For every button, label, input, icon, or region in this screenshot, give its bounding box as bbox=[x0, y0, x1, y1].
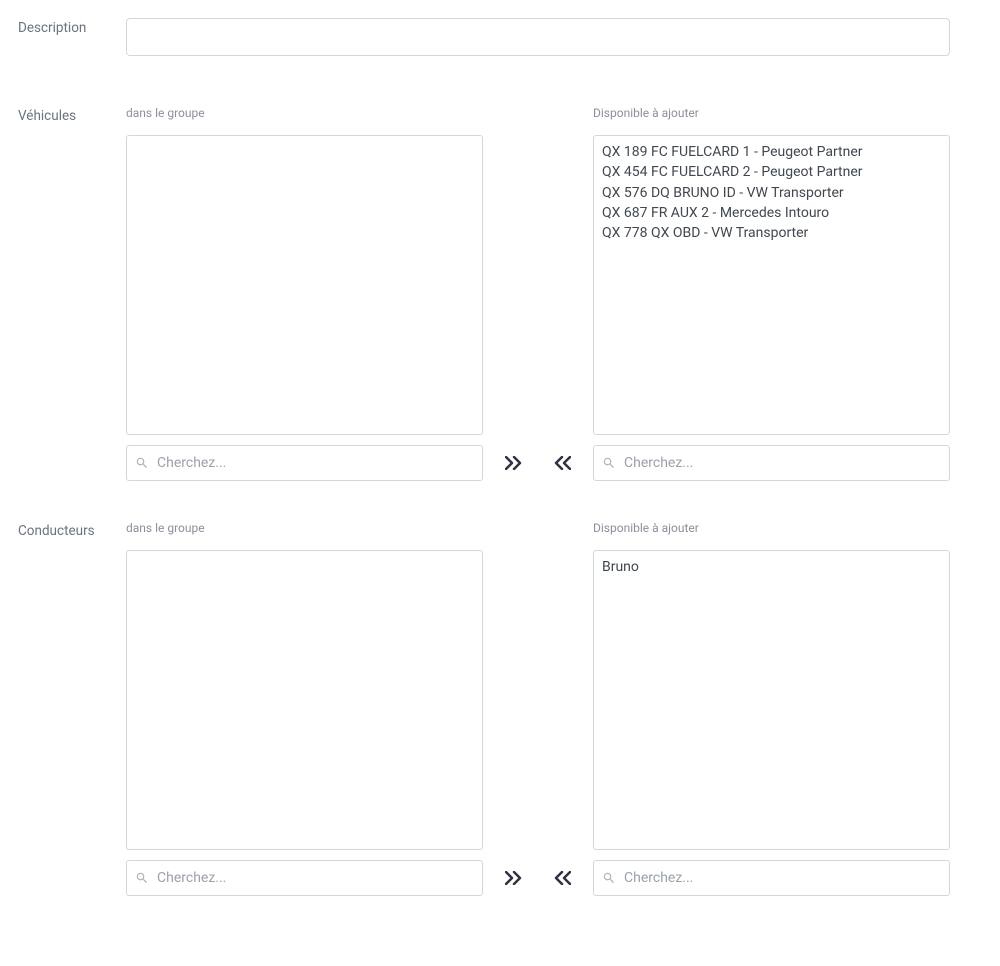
chevron-double-right-icon bbox=[505, 456, 523, 470]
drivers-move-right-button[interactable] bbox=[505, 871, 523, 885]
vehicles-available-search-container bbox=[593, 445, 950, 481]
drivers-available-search-container bbox=[593, 860, 950, 896]
vehicles-in-group-sublabel: dans le groupe bbox=[126, 106, 483, 120]
description-input[interactable] bbox=[126, 18, 950, 56]
drivers-field-label: Conducteurs bbox=[18, 521, 126, 539]
search-icon bbox=[602, 871, 616, 885]
list-item[interactable]: Bruno bbox=[602, 557, 941, 577]
search-icon bbox=[135, 456, 149, 470]
chevron-double-right-icon bbox=[505, 871, 523, 885]
vehicles-in-group-search-container bbox=[126, 445, 483, 481]
description-field-label: Description bbox=[18, 18, 126, 36]
vehicles-available-search[interactable] bbox=[624, 455, 941, 471]
vehicles-move-left-button[interactable] bbox=[553, 456, 571, 470]
chevron-double-left-icon bbox=[553, 456, 571, 470]
vehicles-in-group-listbox[interactable] bbox=[126, 135, 483, 435]
vehicles-field-label: Véhicules bbox=[18, 106, 126, 124]
drivers-available-sublabel: Disponible à ajouter bbox=[593, 521, 950, 535]
list-item[interactable]: QX 189 FC FUELCARD 1 - Peugeot Partner bbox=[602, 142, 941, 162]
drivers-in-group-sublabel: dans le groupe bbox=[126, 521, 483, 535]
drivers-available-listbox[interactable]: Bruno bbox=[593, 550, 950, 850]
vehicles-move-right-button[interactable] bbox=[505, 456, 523, 470]
drivers-in-group-search-container bbox=[126, 860, 483, 896]
vehicles-in-group-search[interactable] bbox=[157, 455, 474, 471]
list-item[interactable]: QX 576 DQ BRUNO ID - VW Transporter bbox=[602, 183, 941, 203]
drivers-in-group-listbox[interactable] bbox=[126, 550, 483, 850]
drivers-in-group-search[interactable] bbox=[157, 870, 474, 886]
list-item[interactable]: QX 778 QX OBD - VW Transporter bbox=[602, 223, 941, 243]
search-icon bbox=[602, 456, 616, 470]
chevron-double-left-icon bbox=[553, 871, 571, 885]
list-item[interactable]: QX 687 FR AUX 2 - Mercedes Intouro bbox=[602, 203, 941, 223]
search-icon bbox=[135, 871, 149, 885]
vehicles-available-listbox[interactable]: QX 189 FC FUELCARD 1 - Peugeot PartnerQX… bbox=[593, 135, 950, 435]
drivers-move-left-button[interactable] bbox=[553, 871, 571, 885]
vehicles-available-sublabel: Disponible à ajouter bbox=[593, 106, 950, 120]
list-item[interactable]: QX 454 FC FUELCARD 2 - Peugeot Partner bbox=[602, 162, 941, 182]
drivers-available-search[interactable] bbox=[624, 870, 941, 886]
